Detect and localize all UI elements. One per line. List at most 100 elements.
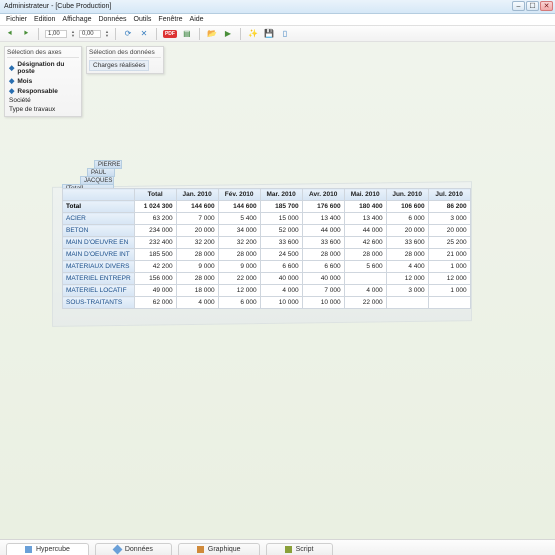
col-jul[interactable]: Jul. 2010 — [428, 189, 470, 201]
cell[interactable]: 185 700 — [260, 201, 302, 213]
axis-mois[interactable]: ◆Mois — [7, 76, 79, 86]
cell[interactable]: 18 000 — [176, 285, 218, 297]
spinner-2-stepper[interactable]: ▲▼ — [105, 30, 109, 38]
minimize-button[interactable]: – — [512, 1, 525, 11]
cell[interactable]: 12 000 — [428, 273, 470, 285]
cube-grid[interactable]: Total Jan. 2010 Fév. 2010 Mar. 2010 Avr.… — [62, 188, 471, 309]
menu-aide[interactable]: Aide — [190, 16, 204, 23]
cell[interactable]: 3 000 — [386, 285, 428, 297]
cell[interactable]: 25 200 — [428, 237, 470, 249]
cell[interactable]: 34 000 — [218, 225, 260, 237]
cell[interactable]: 20 000 — [386, 225, 428, 237]
cell[interactable] — [344, 273, 386, 285]
cell[interactable]: 28 000 — [218, 249, 260, 261]
cell[interactable]: 12 000 — [218, 285, 260, 297]
save-icon[interactable]: 💾 — [263, 28, 275, 40]
cell[interactable]: 232 400 — [134, 237, 176, 249]
cell[interactable]: 33 600 — [302, 237, 344, 249]
cell[interactable]: 20 000 — [176, 225, 218, 237]
tab-script[interactable]: Script — [266, 543, 333, 555]
cell[interactable]: 4 000 — [176, 297, 218, 309]
cell[interactable]: 13 400 — [344, 213, 386, 225]
clear-icon[interactable]: ✕ — [138, 28, 150, 40]
cell[interactable]: 33 600 — [260, 237, 302, 249]
cell[interactable] — [428, 297, 470, 309]
cell[interactable]: 42 600 — [344, 237, 386, 249]
cell[interactable]: 7 000 — [176, 213, 218, 225]
menu-donnees[interactable]: Données — [98, 16, 126, 23]
spinner-1-stepper[interactable]: ▲▼ — [71, 30, 75, 38]
table-row[interactable]: BETON234 00020 00034 00052 00044 00044 0… — [63, 225, 471, 237]
tab-graphique[interactable]: Graphique — [178, 543, 260, 555]
cell[interactable]: 6 600 — [260, 261, 302, 273]
menu-edition[interactable]: Edition — [34, 16, 55, 23]
cell[interactable]: 106 600 — [386, 201, 428, 213]
menu-fenetre[interactable]: Fenêtre — [158, 16, 182, 23]
table-row[interactable]: MATERIAUX DIVERS42 2009 0009 0006 6006 6… — [63, 261, 471, 273]
cell[interactable]: 40 000 — [302, 273, 344, 285]
row-header[interactable]: SOUS-TRAITANTS — [63, 297, 135, 309]
page-icon[interactable]: ▯ — [279, 28, 291, 40]
nav-back-icon[interactable]: ⯇ — [4, 28, 16, 40]
export-excel-icon[interactable]: ▤ — [181, 28, 193, 40]
panel-data-selection[interactable]: Sélection des données Charges réalisées — [86, 46, 164, 74]
row-header[interactable]: MATERIEL LOCATIF — [63, 285, 135, 297]
nav-fwd-icon[interactable]: ⯈ — [20, 28, 32, 40]
col-avr[interactable]: Avr. 2010 — [302, 189, 344, 201]
cell[interactable]: 28 000 — [176, 249, 218, 261]
data-chip-charges[interactable]: Charges réalisées — [89, 60, 149, 71]
table-row[interactable]: MAIN D'OEUVRE INT185 50028 00028 00024 5… — [63, 249, 471, 261]
tab-hypercube[interactable]: Hypercube — [6, 543, 89, 555]
menu-fichier[interactable]: Fichier — [6, 16, 27, 23]
cell[interactable]: 6 600 — [302, 261, 344, 273]
cell[interactable]: 32 200 — [176, 237, 218, 249]
axis-designation[interactable]: ◆Désignation du poste — [7, 60, 79, 76]
table-row[interactable]: SOUS-TRAITANTS62 0004 0006 00010 00010 0… — [63, 297, 471, 309]
cell[interactable]: 33 600 — [386, 237, 428, 249]
cell[interactable]: 4 000 — [260, 285, 302, 297]
menu-affichage[interactable]: Affichage — [62, 16, 91, 23]
spinner-2[interactable]: 0,00 — [79, 30, 101, 38]
cell[interactable]: 28 000 — [386, 249, 428, 261]
cell[interactable]: 4 000 — [344, 285, 386, 297]
cell[interactable]: 12 000 — [386, 273, 428, 285]
cell[interactable] — [386, 297, 428, 309]
cell[interactable]: 22 000 — [344, 297, 386, 309]
cell[interactable]: 10 000 — [260, 297, 302, 309]
cell[interactable]: 1 000 — [428, 285, 470, 297]
table-row[interactable]: ACIER63 2007 0005 40015 00013 40013 4006… — [63, 213, 471, 225]
axis-societe[interactable]: Société — [7, 96, 79, 105]
cell[interactable]: 32 200 — [218, 237, 260, 249]
row-header[interactable]: BETON — [63, 225, 135, 237]
cell[interactable]: 5 600 — [344, 261, 386, 273]
row-header[interactable]: MAIN D'OEUVRE EN — [63, 237, 135, 249]
axis-type-travaux[interactable]: Type de travaux — [7, 105, 79, 114]
cell[interactable]: 9 000 — [176, 261, 218, 273]
cell[interactable]: 86 200 — [428, 201, 470, 213]
tab-donnees[interactable]: Données — [95, 543, 172, 555]
row-header[interactable]: ACIER — [63, 213, 135, 225]
cell[interactable]: 21 000 — [428, 249, 470, 261]
axis-responsable[interactable]: ◆Responsable — [7, 86, 79, 96]
cell[interactable]: 13 400 — [302, 213, 344, 225]
refresh-icon[interactable]: ⟳ — [122, 28, 134, 40]
cell[interactable]: 156 000 — [134, 273, 176, 285]
cell[interactable]: 6 000 — [218, 297, 260, 309]
cell[interactable]: 234 000 — [134, 225, 176, 237]
cell[interactable]: 5 400 — [218, 213, 260, 225]
cell[interactable]: 15 000 — [260, 213, 302, 225]
cell[interactable]: 20 000 — [428, 225, 470, 237]
cell[interactable]: 63 200 — [134, 213, 176, 225]
col-mar[interactable]: Mar. 2010 — [260, 189, 302, 201]
cell[interactable]: 28 000 — [302, 249, 344, 261]
cell[interactable]: 144 600 — [218, 201, 260, 213]
export-pdf-button[interactable]: PDF — [163, 30, 177, 38]
cell[interactable]: 3 000 — [428, 213, 470, 225]
cell[interactable]: 1 000 — [428, 261, 470, 273]
cell[interactable]: 24 500 — [260, 249, 302, 261]
cell[interactable]: 44 000 — [302, 225, 344, 237]
cell[interactable]: 6 000 — [386, 213, 428, 225]
spinner-1[interactable]: 1,00 — [45, 30, 67, 38]
close-button[interactable]: ✕ — [540, 1, 553, 11]
col-total[interactable]: Total — [134, 189, 176, 201]
